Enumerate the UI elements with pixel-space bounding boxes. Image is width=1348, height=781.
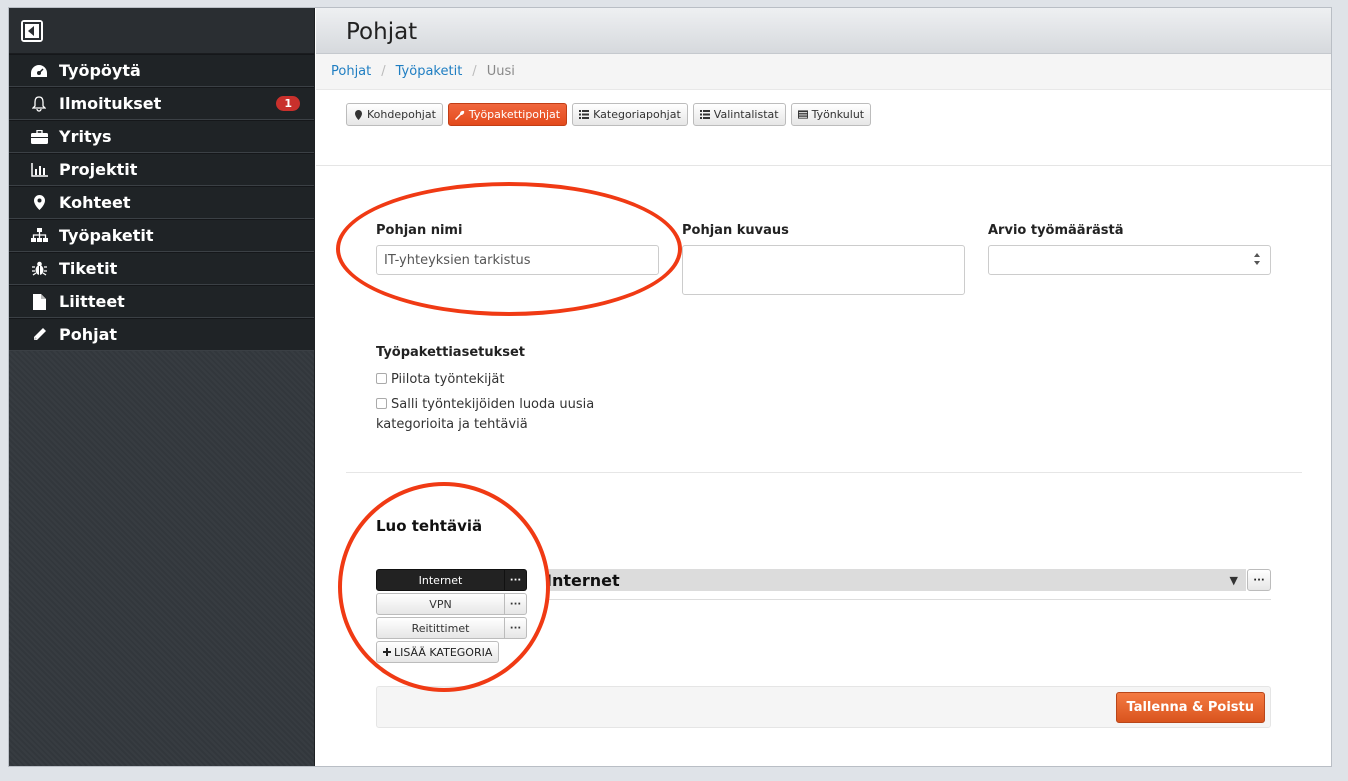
dashboard-icon — [29, 62, 49, 80]
app-window: Työpöytä Ilmoitukset 1 Yritys Projektit — [8, 7, 1332, 767]
main-content: Pohjat Pohjat / Työpaketit / Uusi Kohdep… — [316, 8, 1331, 766]
bell-icon — [29, 95, 49, 113]
list-icon — [699, 110, 710, 120]
checkbox[interactable] — [376, 398, 387, 409]
tab-tyopakettipohjat[interactable]: Työpakettipohjat — [447, 103, 568, 126]
tab-kohdepohjat[interactable]: Kohdepohjat — [346, 103, 443, 126]
bug-icon — [29, 260, 49, 278]
sidebar-item-label: Yritys — [59, 127, 112, 146]
plus-icon — [383, 646, 391, 659]
tab-kategoriapohjat[interactable]: Kategoriapohjat — [572, 103, 688, 126]
category-vpn-menu-button[interactable]: ··· — [505, 593, 527, 615]
category-underline — [546, 599, 1271, 600]
breadcrumb-separator: / — [472, 64, 477, 79]
sidebar-item-label: Tiketit — [59, 259, 118, 278]
map-marker-icon — [353, 109, 363, 120]
sidebar-item-kohteet[interactable]: Kohteet — [9, 186, 314, 219]
sidebar-item-label: Liitteet — [59, 292, 125, 311]
checkbox[interactable] — [376, 373, 387, 384]
breadcrumb-current: Uusi — [486, 64, 515, 79]
map-marker-icon — [29, 194, 49, 212]
category-internet[interactable]: Internet — [376, 569, 505, 591]
collapse-sidebar-button[interactable] — [21, 20, 43, 42]
bar-chart-icon — [29, 161, 49, 179]
sidebar-item-label: Ilmoitukset — [59, 94, 162, 113]
template-name-label: Pohjan nimi — [376, 223, 463, 238]
selected-category-header[interactable]: Internet ▼ — [546, 569, 1246, 591]
settings-title: Työpakettiasetukset — [376, 345, 526, 360]
form-actions-bar: Tallenna & Poistu — [376, 686, 1271, 728]
category-vpn[interactable]: VPN — [376, 593, 505, 615]
breadcrumb: Pohjat / Työpaketit / Uusi — [316, 54, 1331, 90]
pencil-icon — [29, 326, 49, 344]
template-form: Pohjan nimi IT-yhteyksien tarkistus Pohj… — [316, 166, 1331, 766]
breadcrumb-link-pohjat[interactable]: Pohjat — [331, 64, 371, 79]
tab-label: Työnkulut — [811, 108, 865, 121]
tab-label: Työpakettipohjat — [468, 108, 561, 121]
checkbox-label: Piilota työntekijät — [391, 372, 505, 387]
tab-label: Valintalistat — [713, 108, 779, 121]
list-icon — [579, 110, 590, 120]
sidebar-header — [9, 8, 314, 54]
breadcrumb-link-tyopaketit[interactable]: Työpaketit — [396, 64, 463, 79]
page-header: Pohjat — [316, 8, 1331, 54]
sidebar-item-tiketit[interactable]: Tiketit — [9, 252, 314, 285]
template-tabs: Kohdepohjat Työpakettipohjat Kategoriapo… — [316, 90, 1331, 166]
wrench-icon — [454, 110, 465, 120]
tab-valintalistat[interactable]: Valintalistat — [692, 103, 786, 126]
add-category-label: LISÄÄ KATEGORIA — [394, 645, 493, 659]
sidebar-item-liitteet[interactable]: Liitteet — [9, 285, 314, 318]
sidebar-item-projektit[interactable]: Projektit — [9, 153, 314, 186]
section-divider — [346, 472, 1302, 473]
page-title: Pohjat — [346, 19, 418, 45]
setting-hide-workers[interactable]: Piilota työntekijät — [376, 370, 636, 390]
notification-count-badge: 1 — [276, 96, 300, 111]
caret-down-icon[interactable]: ▼ — [1230, 574, 1238, 587]
add-category-button[interactable]: LISÄÄ KATEGORIA — [376, 641, 500, 663]
category-reitittimet[interactable]: Reitittimet — [376, 617, 505, 639]
selected-category-menu-button[interactable]: ··· — [1247, 569, 1271, 591]
sidebar-item-yritys[interactable]: Yritys — [9, 120, 314, 153]
sidebar-item-label: Työpöytä — [59, 61, 141, 80]
sidebar-item-ilmoitukset[interactable]: Ilmoitukset 1 — [9, 87, 314, 120]
template-description-label: Pohjan kuvaus — [682, 223, 789, 238]
sidebar-item-tyopaketit[interactable]: Työpaketit — [9, 219, 314, 252]
template-description-textarea[interactable] — [682, 245, 965, 295]
template-name-input[interactable]: IT-yhteyksien tarkistus — [376, 245, 659, 275]
caret-left-icon — [23, 22, 41, 40]
work-estimate-label: Arvio työmäärästä — [988, 223, 1124, 238]
save-and-exit-button[interactable]: Tallenna & Poistu — [1115, 692, 1265, 723]
tab-label: Kategoriapohjat — [593, 108, 681, 121]
number-spinner-icon[interactable] — [1253, 252, 1261, 266]
breadcrumb-separator: / — [381, 64, 386, 79]
sidebar-item-label: Projektit — [59, 160, 138, 179]
sidebar-item-pohjat[interactable]: Pohjat — [9, 318, 314, 351]
category-internet-menu-button[interactable]: ··· — [505, 569, 527, 591]
briefcase-icon — [29, 128, 49, 146]
tab-tyonkulut[interactable]: Työnkulut — [790, 103, 872, 126]
setting-allow-create[interactable]: Salli työntekijöiden luoda uusia kategor… — [376, 395, 636, 435]
work-estimate-input[interactable] — [988, 245, 1271, 275]
sitemap-icon — [29, 227, 49, 245]
sidebar-item-label: Pohjat — [59, 325, 118, 344]
selected-category-title: Internet — [546, 570, 620, 590]
category-reitittimet-menu-button[interactable]: ··· — [505, 617, 527, 639]
checkbox-label: Salli työntekijöiden luoda uusia kategor… — [376, 397, 595, 432]
tasks-icon — [797, 110, 808, 120]
file-icon — [29, 293, 49, 311]
tab-label: Kohdepohjat — [367, 108, 436, 121]
sidebar-item-label: Kohteet — [59, 193, 131, 212]
sidebar-item-tyopoyta[interactable]: Työpöytä — [9, 54, 314, 87]
sidebar-nav: Työpöytä Ilmoitukset 1 Yritys Projektit — [9, 54, 314, 351]
sidebar: Työpöytä Ilmoitukset 1 Yritys Projektit — [9, 8, 315, 766]
tasks-section-title: Luo tehtäviä — [376, 517, 483, 535]
sidebar-item-label: Työpaketit — [59, 226, 154, 245]
